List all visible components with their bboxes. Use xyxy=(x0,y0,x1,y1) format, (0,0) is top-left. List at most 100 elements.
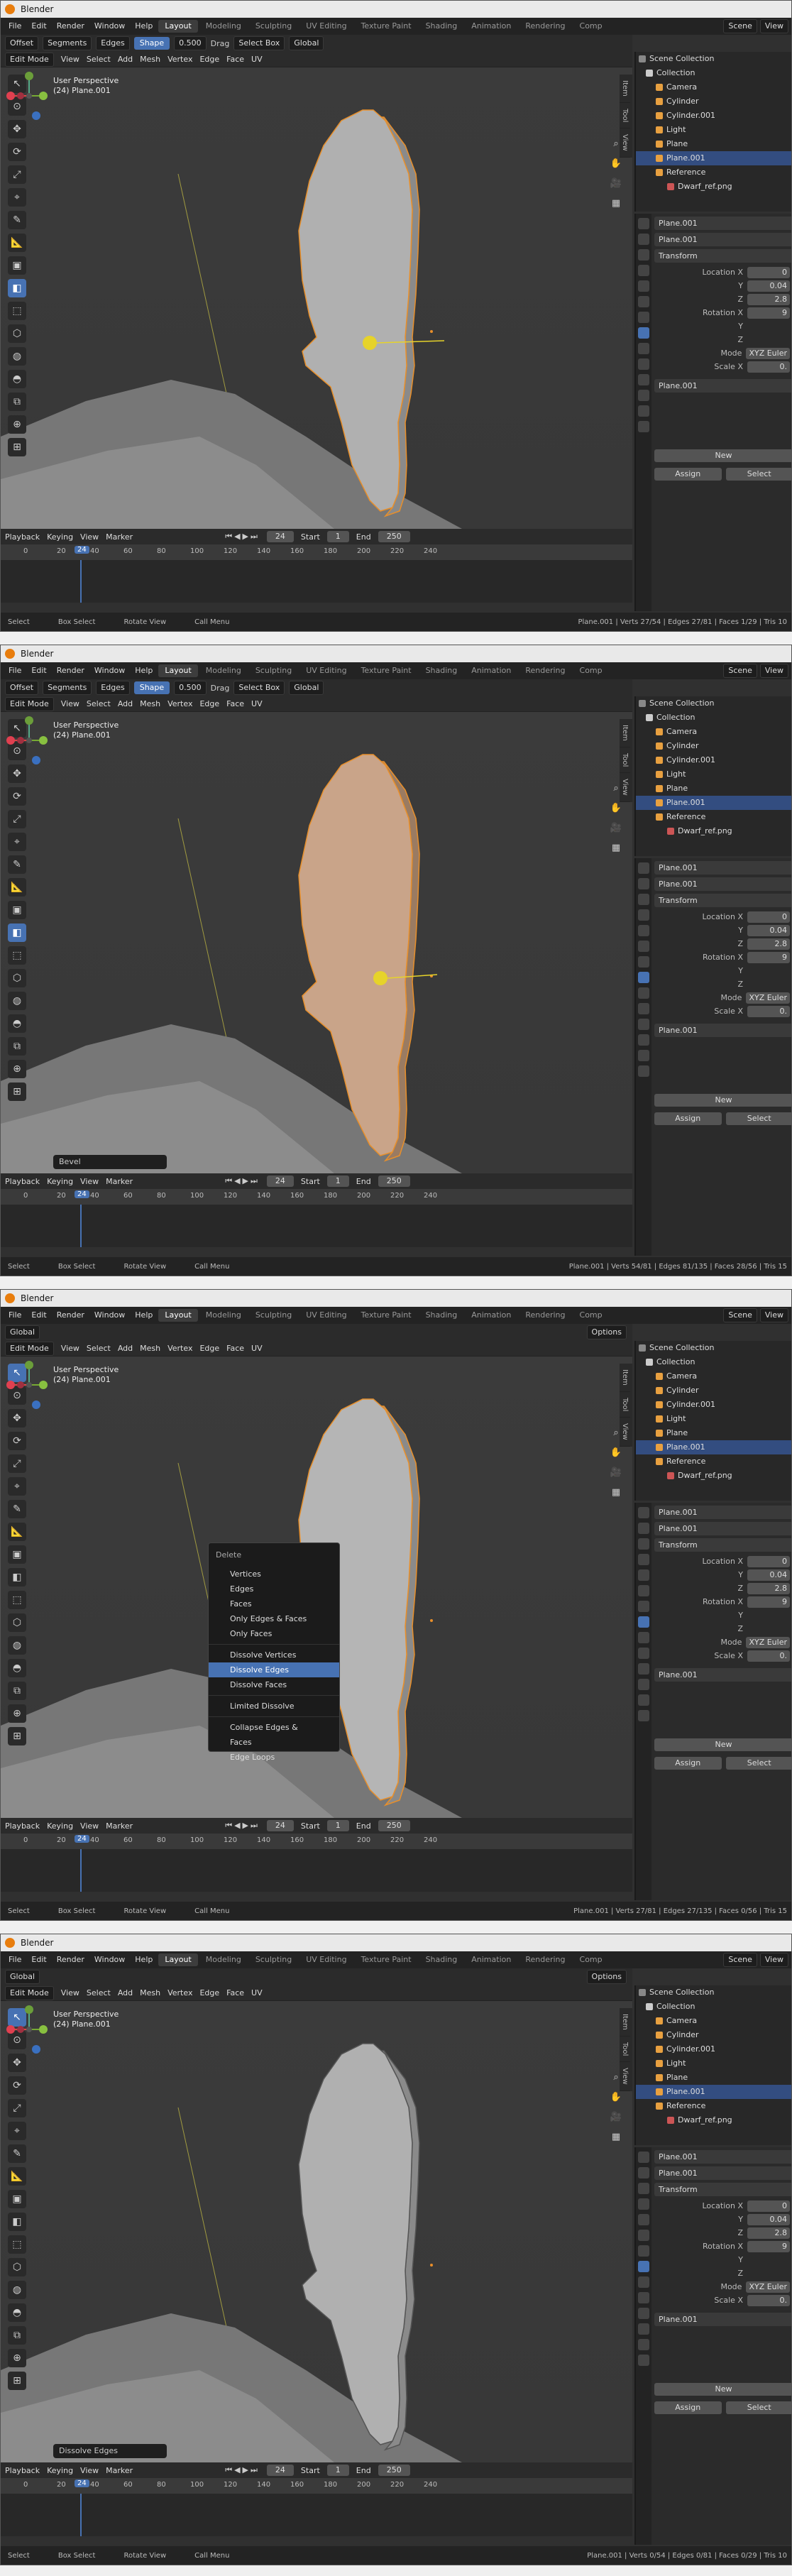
viewport-menu-select[interactable]: Select xyxy=(87,1988,111,1997)
view-layer-field[interactable]: View xyxy=(759,19,788,33)
workspace-tab[interactable]: Layout xyxy=(158,20,198,33)
outliner-item[interactable]: Light xyxy=(636,767,791,782)
menu-file[interactable]: File xyxy=(4,1307,26,1324)
delete-menu-item[interactable]: Faces xyxy=(209,1596,339,1611)
transform-value[interactable]: XYZ Euler xyxy=(746,347,790,359)
workspace-tab[interactable]: Animation xyxy=(465,1309,517,1322)
viewport-menu-face[interactable]: Face xyxy=(226,1344,244,1353)
properties-tab-icon[interactable] xyxy=(638,265,649,276)
outliner-item[interactable]: Light xyxy=(636,123,791,137)
properties-tab-icon[interactable] xyxy=(638,2230,649,2241)
current-frame-field[interactable]: 24 xyxy=(266,1175,294,1187)
transform-value[interactable]: 0. xyxy=(747,1005,790,1017)
outliner-item[interactable]: Scene Collection xyxy=(636,1341,791,1355)
sidebar-tab-view[interactable]: View xyxy=(620,773,630,802)
outliner-item[interactable]: Reference xyxy=(636,2099,791,2113)
outliner-item[interactable]: Camera xyxy=(636,2014,791,2028)
workspace-tab[interactable]: Layout xyxy=(158,1309,198,1322)
timeline-body[interactable] xyxy=(1,1205,632,1247)
delete-menu-item[interactable]: Only Faces xyxy=(209,1626,339,1641)
properties-tab-icon[interactable] xyxy=(638,1616,649,1628)
delete-menu-item[interactable]: Dissolve Edges xyxy=(209,1662,339,1677)
timeline-menu-keying[interactable]: Keying xyxy=(47,1821,73,1831)
viewport-menu-edge[interactable]: Edge xyxy=(199,1988,219,1997)
assign-button[interactable]: Assign xyxy=(654,2401,722,2414)
properties-tab-icon[interactable] xyxy=(638,2214,649,2225)
properties-tab-icon[interactable] xyxy=(638,2355,649,2366)
menu-file[interactable]: File xyxy=(4,662,26,679)
3d-viewport[interactable]: User Perspective (24) Plane.001 ↖ ⊙ ✥ ⟳ ⤢ ⌖ ✎ 📐 ▣ ◧… xyxy=(1,67,632,529)
properties-tab-icon[interactable] xyxy=(638,1538,649,1550)
properties-tab-icon[interactable] xyxy=(638,343,649,354)
transform-value[interactable]: 0. xyxy=(747,2294,790,2306)
options-dropdown[interactable]: Options xyxy=(586,1325,627,1339)
select-button[interactable]: Select xyxy=(725,1112,791,1125)
transform-value[interactable]: 0.04 xyxy=(747,280,790,292)
transform-value[interactable]: 0 xyxy=(747,266,790,278)
orientation-dropdown[interactable]: Global xyxy=(289,36,324,50)
options-dropdown[interactable]: Options xyxy=(586,1970,627,1984)
menu-edit[interactable]: Edit xyxy=(26,1951,51,1968)
sidebar-tab-tool[interactable]: Tool xyxy=(620,1392,630,1418)
workspace-tab[interactable]: Modeling xyxy=(199,20,248,33)
transform-value[interactable]: 0.04 xyxy=(747,1569,790,1581)
3d-viewport[interactable]: User Perspective (24) Plane.001 ↖ ⊙ ✥ ⟳ ⤢ ⌖ ✎ 📐 ▣ ◧… xyxy=(1,712,632,1173)
view-layer-field[interactable]: View xyxy=(759,1308,788,1322)
workspace-tab[interactable]: Comp xyxy=(573,20,609,33)
sidebar-tab-tool[interactable]: Tool xyxy=(620,103,630,129)
transform-value[interactable]: 0. xyxy=(747,1650,790,1662)
properties-tab-icon[interactable] xyxy=(638,2245,649,2257)
tool-icon[interactable]: ⊞ xyxy=(8,1083,26,1101)
menu-render[interactable]: Render xyxy=(52,1951,89,1968)
delete-menu-item[interactable]: Dissolve Vertices xyxy=(209,1648,339,1662)
tool-icon[interactable]: ◍ xyxy=(8,1636,26,1655)
timeline-menu-keying[interactable]: Keying xyxy=(47,532,73,542)
viewport-menu-mesh[interactable]: Mesh xyxy=(140,1344,160,1353)
pan-icon[interactable]: ✋ xyxy=(610,803,622,816)
workspace-tab[interactable]: Shading xyxy=(419,20,464,33)
start-frame-field[interactable]: 1 xyxy=(326,531,349,542)
properties-tab-icon[interactable] xyxy=(638,421,649,432)
tool-icon[interactable]: ◓ xyxy=(8,1659,26,1677)
mode-dropdown[interactable]: Edit Mode xyxy=(5,1985,54,2000)
properties-tab-icon[interactable] xyxy=(638,1585,649,1596)
viewport-menu-add[interactable]: Add xyxy=(118,55,133,64)
scene-field[interactable]: Scene xyxy=(723,664,757,678)
workspace-tab[interactable]: Rendering xyxy=(519,1309,571,1322)
properties-tab-icon[interactable] xyxy=(638,1554,649,1565)
tool-icon[interactable]: ⌖ xyxy=(8,833,26,851)
workspace-tab[interactable]: Sculpting xyxy=(249,1953,298,1966)
shape-value[interactable]: 0.500 xyxy=(174,36,207,50)
select-button[interactable]: Select xyxy=(725,1757,791,1770)
pan-icon[interactable]: ✋ xyxy=(610,2092,622,2105)
properties-tab-icon[interactable] xyxy=(638,2339,649,2350)
menu-edit[interactable]: Edit xyxy=(26,662,51,679)
workspace-tab[interactable]: Shading xyxy=(419,1953,464,1966)
viewport-menu-uv[interactable]: UV xyxy=(251,55,263,64)
properties-tab-icon[interactable] xyxy=(638,972,649,983)
transform-panel-header[interactable]: Transform xyxy=(654,249,791,263)
playback-controls[interactable]: ⏮◀▶⏭ xyxy=(225,532,260,542)
delete-menu-item[interactable]: Edges xyxy=(209,1582,339,1596)
workspace-tab[interactable]: Comp xyxy=(573,664,609,677)
viewport-menu-uv[interactable]: UV xyxy=(251,1988,263,1997)
properties-tab-icon[interactable] xyxy=(638,358,649,370)
tool-icon[interactable]: ▣ xyxy=(8,256,26,275)
transform-value[interactable]: 0 xyxy=(747,1555,790,1567)
data-name-field[interactable]: Plane.001 xyxy=(654,1668,791,1682)
properties-tab-icon[interactable] xyxy=(638,1019,649,1030)
new-button[interactable]: New xyxy=(654,449,791,462)
bevel-amount-type-dropdown[interactable]: Segments xyxy=(43,681,92,695)
tool-icon[interactable]: ◍ xyxy=(8,2281,26,2299)
orientation-dropdown[interactable]: Global xyxy=(289,681,324,695)
tool-icon[interactable]: ⧉ xyxy=(8,393,26,411)
end-frame-field[interactable]: 250 xyxy=(378,531,410,542)
properties-tab-icon[interactable] xyxy=(638,2152,649,2163)
transform-value[interactable]: XYZ Euler xyxy=(746,2281,790,2293)
view-layer-field[interactable]: View xyxy=(759,1953,788,1967)
playback-controls[interactable]: ⏮◀▶⏭ xyxy=(225,1176,260,1186)
timeline-body[interactable] xyxy=(1,1849,632,1892)
sidebar-tab-item[interactable]: Item xyxy=(620,1364,630,1392)
workspace-tab[interactable]: Animation xyxy=(465,664,517,677)
properties-tab-icon[interactable] xyxy=(638,894,649,905)
